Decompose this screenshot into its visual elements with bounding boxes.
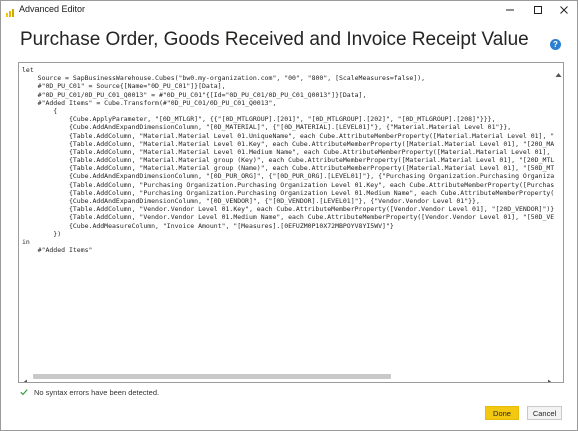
help-icon[interactable]: ? bbox=[550, 39, 561, 50]
code-line[interactable]: {Table.AddColumn, "Material.Material Lev… bbox=[22, 132, 554, 140]
maximize-button[interactable] bbox=[525, 1, 551, 19]
advanced-editor-window: Advanced Editor Purchase Order, Goods Re… bbox=[0, 0, 578, 431]
code-line[interactable]: {Cube.ApplyParameter, "[0D_MTLGR]", {{"[… bbox=[22, 115, 554, 123]
code-text-area[interactable]: let Source = SapBusinessWarehouse.Cubes(… bbox=[22, 66, 554, 369]
scroll-left-icon[interactable] bbox=[22, 373, 28, 382]
minimize-icon bbox=[506, 9, 514, 11]
power-bi-app-icon bbox=[5, 5, 15, 17]
code-line[interactable]: #"0D_PU_C01" = Source{[Name="0D_PU_C01"]… bbox=[22, 82, 554, 90]
code-line[interactable]: Source = SapBusinessWarehouse.Cubes("bw0… bbox=[22, 74, 554, 82]
horizontal-scroll-thumb[interactable] bbox=[33, 374, 391, 379]
code-line[interactable]: {Table.AddColumn, "Material.Material Lev… bbox=[22, 140, 554, 148]
code-line[interactable]: {Table.AddColumn, "Purchasing Organizati… bbox=[22, 189, 554, 197]
close-icon bbox=[560, 6, 568, 14]
syntax-status: No syntax errors have been detected. bbox=[20, 387, 159, 397]
title-bar: Advanced Editor bbox=[1, 1, 577, 19]
query-title: Purchase Order, Goods Received and Invoi… bbox=[20, 29, 529, 50]
horizontal-scrollbar[interactable] bbox=[19, 370, 563, 382]
code-line[interactable]: {Table.AddColumn, "Material.Material gro… bbox=[22, 164, 554, 172]
code-line[interactable]: { bbox=[22, 107, 554, 115]
scroll-right-icon[interactable] bbox=[547, 373, 553, 382]
scroll-up-icon[interactable] bbox=[555, 65, 562, 77]
code-editor[interactable]: let Source = SapBusinessWarehouse.Cubes(… bbox=[18, 62, 564, 383]
done-button[interactable]: Done bbox=[485, 406, 519, 420]
code-line[interactable]: in bbox=[22, 238, 554, 246]
code-line[interactable]: {Cube.AddMeasureColumn, "Invoice Amount"… bbox=[22, 222, 554, 230]
code-line[interactable]: let bbox=[22, 66, 554, 74]
minimize-button[interactable] bbox=[497, 1, 523, 19]
vertical-scrollbar[interactable] bbox=[554, 63, 563, 382]
code-line[interactable]: {Table.AddColumn, "Vendor.Vendor Level 0… bbox=[22, 205, 554, 213]
code-line[interactable]: {Cube.AddAndExpandDimensionColumn, "[0D_… bbox=[22, 172, 554, 180]
code-line[interactable]: {Cube.AddAndExpandDimensionColumn, "[0D_… bbox=[22, 123, 554, 131]
code-line[interactable]: {Table.AddColumn, "Purchasing Organizati… bbox=[22, 181, 554, 189]
code-line[interactable]: {Cube.AddAndExpandDimensionColumn, "[0D_… bbox=[22, 197, 554, 205]
code-line[interactable]: {Table.AddColumn, "Vendor.Vendor Level 0… bbox=[22, 213, 554, 221]
window-title: Advanced Editor bbox=[19, 4, 86, 14]
cancel-button[interactable]: Cancel bbox=[527, 406, 562, 420]
code-line[interactable]: #"0D_PU_C01/0D_PU_C01_Q0013" = #"0D_PU_C… bbox=[22, 91, 554, 99]
checkmark-icon bbox=[20, 389, 28, 396]
code-line[interactable]: }) bbox=[22, 230, 554, 238]
code-line[interactable]: {Table.AddColumn, "Material.Material gro… bbox=[22, 156, 554, 164]
code-line[interactable]: #"Added Items" bbox=[22, 246, 554, 254]
syntax-status-text: No syntax errors have been detected. bbox=[34, 387, 160, 397]
maximize-icon bbox=[534, 6, 542, 14]
close-button[interactable] bbox=[551, 1, 577, 19]
scroll-down-icon[interactable] bbox=[555, 363, 562, 375]
code-line[interactable]: {Table.AddColumn, "Material.Material Lev… bbox=[22, 148, 554, 156]
code-line[interactable]: #"Added Items" = Cube.Transform(#"0D_PU_… bbox=[22, 99, 554, 107]
